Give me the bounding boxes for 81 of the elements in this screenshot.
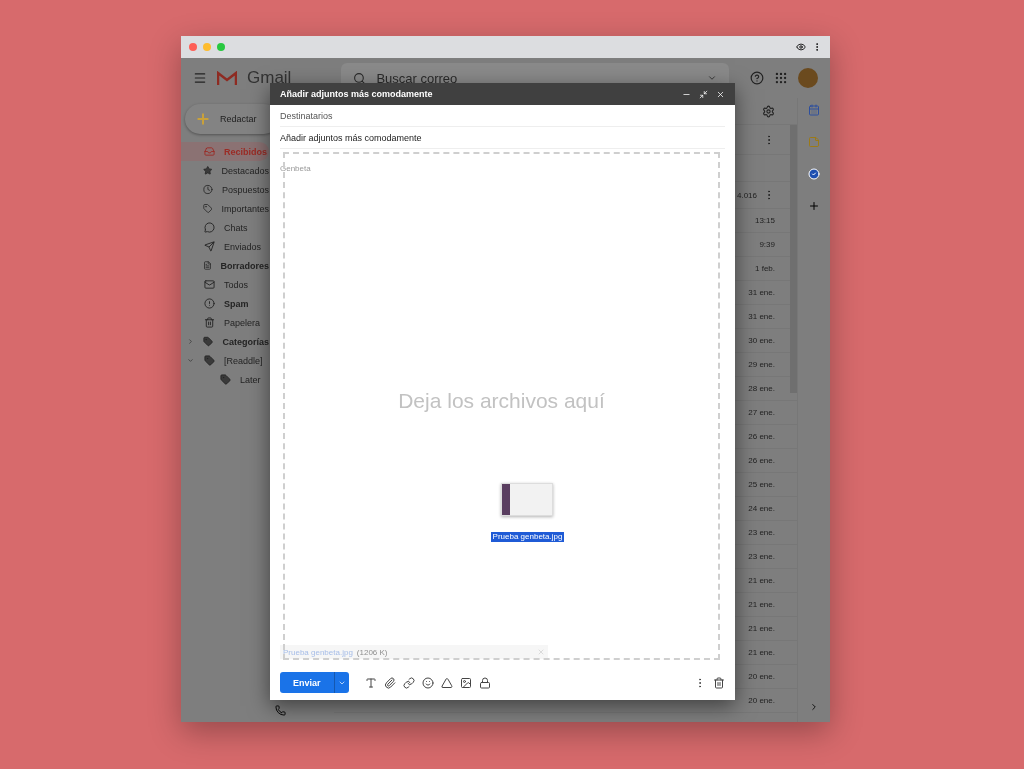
label-icon	[203, 336, 214, 347]
attach-icon[interactable]	[383, 676, 396, 689]
emoji-icon[interactable]	[421, 676, 434, 689]
envelope-icon	[204, 279, 215, 290]
email-date: 30 ene.	[748, 336, 775, 345]
email-date: 27 ene.	[748, 408, 775, 417]
trash-icon[interactable]	[713, 676, 725, 689]
settings-icon[interactable]	[762, 104, 775, 118]
attachment-name: Prueba genbeta.jpg	[283, 647, 353, 657]
drop-text: Deja los archivos aquí	[398, 389, 605, 413]
sidebar-item[interactable]: Todos	[181, 275, 269, 294]
body-text: Genbeta	[280, 164, 311, 173]
close-window-button[interactable]	[189, 43, 197, 51]
sidebar-item[interactable]: Later	[181, 370, 269, 389]
mail-logo-icon	[217, 70, 237, 86]
email-date: 23 ene.	[748, 528, 775, 537]
sidebar-item[interactable]: Categorías	[181, 332, 269, 351]
attachment-chip[interactable]: Prueba genbeta.jpg (1206 K)	[280, 645, 548, 659]
email-date: 25 ene.	[748, 480, 775, 489]
email-date: 21 ene.	[748, 648, 775, 657]
exit-fullscreen-icon[interactable]	[699, 89, 708, 99]
email-date: 13:15	[754, 216, 775, 225]
email-date: 24 ene.	[748, 504, 775, 513]
menu-icon[interactable]	[193, 71, 207, 85]
triangle-icon[interactable]	[440, 676, 453, 689]
app-name: Gmail	[247, 68, 292, 88]
attachment-size: (1206 K)	[356, 647, 389, 657]
email-date: 29 ene.	[748, 360, 775, 369]
trash-icon	[204, 317, 215, 328]
file-name: Prueba genbeta.jpg	[490, 532, 565, 542]
email-date: 20 ene.	[748, 672, 775, 681]
label-icon	[202, 203, 213, 214]
plus-icon	[195, 111, 211, 127]
clock-icon	[203, 184, 213, 195]
chevron-right-icon[interactable]	[809, 702, 819, 712]
image-icon[interactable]	[459, 676, 472, 689]
sidebar-item[interactable]: Chats	[181, 218, 269, 237]
document-icon	[202, 260, 212, 271]
email-date: 20 ene.	[748, 696, 775, 705]
email-date: 26 ene.	[748, 432, 775, 441]
plus-icon[interactable]	[808, 200, 820, 212]
sidebar-item[interactable]: Importantes	[181, 199, 269, 218]
chat-bubble-icon	[204, 222, 215, 233]
sidebar-item[interactable]: Pospuestos	[181, 180, 269, 199]
email-date: 31 ene.	[748, 288, 775, 297]
file-thumbnail	[500, 483, 553, 516]
email-date: 26 ene.	[748, 456, 775, 465]
check-circle-icon[interactable]	[808, 168, 820, 180]
email-date: 1 feb.	[755, 264, 775, 273]
email-date: 21 ene.	[748, 600, 775, 609]
search-placeholder: Buscar correo	[376, 70, 458, 86]
message-count: 4.016	[736, 190, 757, 200]
email-date: 9:39	[759, 240, 775, 249]
sidebar-item[interactable]: Papelera	[181, 313, 269, 332]
search-icon	[353, 71, 367, 85]
sidebar-item[interactable]: Destacados	[181, 161, 269, 180]
eye-icon[interactable]	[796, 42, 806, 52]
sidebar-item[interactable]: [Readdle]	[181, 351, 269, 370]
email-date: 23 ene.	[748, 552, 775, 561]
send-button[interactable]: Enviar	[280, 672, 349, 693]
label-icon	[220, 374, 231, 385]
star-icon	[202, 165, 213, 176]
dropdown-icon[interactable]	[707, 73, 718, 83]
label-icon	[204, 355, 215, 366]
inbox-icon	[204, 146, 215, 157]
email-date: 31 ene.	[748, 312, 775, 321]
help-icon[interactable]	[750, 71, 764, 85]
email-date: 21 ene.	[748, 576, 775, 585]
link-icon[interactable]	[402, 676, 415, 689]
phone-icon[interactable]	[275, 705, 286, 716]
text-format-icon[interactable]	[364, 676, 377, 689]
alert-icon	[204, 298, 215, 309]
email-date: 21 ene.	[748, 624, 775, 633]
lock-icon[interactable]	[478, 676, 491, 689]
send-icon	[204, 241, 215, 252]
sidebar-item[interactable]: Borradores	[181, 256, 269, 275]
apps-icon[interactable]	[774, 71, 788, 85]
email-date: 28 ene.	[748, 384, 775, 393]
sidebar-item[interactable]: Spam	[181, 294, 269, 313]
sidebar-item[interactable]: Enviados	[181, 237, 269, 256]
close-icon[interactable]	[716, 89, 725, 99]
